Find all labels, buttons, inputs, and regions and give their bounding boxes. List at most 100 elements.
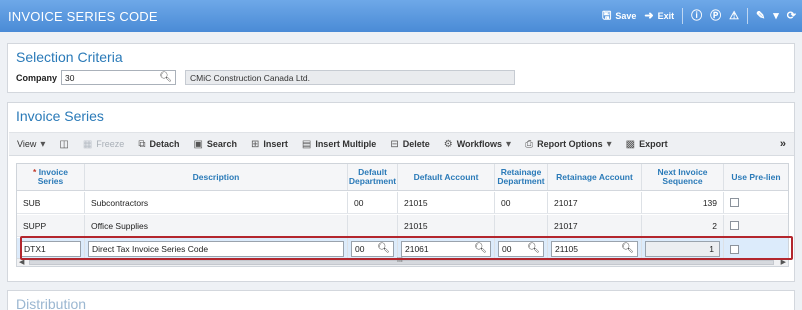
column-header-default-account[interactable]: Default Account [398,164,495,190]
search-button[interactable]: ▣ Search [193,139,236,150]
column-header-retainage-account[interactable]: Retainage Account [548,164,642,190]
chevron-down-icon[interactable]: ▾ [773,10,779,22]
insert-multiple-button[interactable]: ▤ Insert Multiple [302,139,376,150]
search-label: Search [206,139,237,149]
column-header-retainage-department[interactable]: Retainage Department [495,164,548,190]
column-header-invoice-series[interactable]: * Invoice Series [17,164,85,190]
report-options-menu[interactable]: ⎙ Report Options ▾ [525,139,612,150]
exit-icon: ➜ [644,9,654,22]
exit-label: Exit [657,11,675,21]
grid-header-row: * Invoice Series Description Default Dep… [17,164,788,191]
column-header-default-department[interactable]: Default Department [348,164,398,190]
use-prelien-checkbox[interactable] [730,221,739,230]
cell-default-account[interactable]: 21015 [398,192,495,213]
search-icon[interactable]: 🔍︎ [621,243,634,254]
cell-retainage-department[interactable]: 00 [495,192,548,213]
delete-button[interactable]: ⊟ Delete [390,139,429,150]
delete-icon: ⊟ [390,138,399,150]
cell-retainage-account: 21105 🔍︎ [548,238,642,260]
retainage-account-input[interactable]: 21105 🔍︎ [551,241,638,257]
page-title: INVOICE SERIES CODE [8,8,158,24]
default-account-input[interactable]: 21061 🔍︎ [401,241,491,257]
freeze-button[interactable]: ▦ Freeze [83,139,124,150]
info-icon[interactable]: ⓘ [691,10,702,22]
cell-retainage-account[interactable]: 21017 [548,192,642,213]
column-header-use-prelien[interactable]: Use Pre-lien [724,164,788,190]
export-button[interactable]: ▩ Export [626,139,668,150]
insert-button[interactable]: ⊞ Insert [251,139,288,150]
cell-default-department[interactable] [348,215,398,236]
save-icon: 🖫 [602,9,612,22]
invoice-series-heading: Invoice Series [16,108,104,124]
invoice-series-input[interactable]: DTX1 [20,241,81,257]
insert-multiple-icon: ▤ [301,138,312,150]
chevron-down-icon: ▾ [506,138,512,150]
exit-button[interactable]: ➜ Exit [644,9,675,22]
distribution-panel: Distribution [7,290,795,310]
search-icon[interactable]: 🔍︎ [527,243,540,254]
refresh-icon[interactable]: ⟳ [787,10,796,22]
distribution-heading: Distribution [16,296,87,310]
selection-criteria-panel: Selection Criteria Company 30 🔍︎ CMiC Co… [7,43,795,93]
chevron-down-icon: ▾ [606,138,612,150]
table-row[interactable]: SUB Subcontractors 00 21015 00 21017 139 [17,192,788,214]
search-icon[interactable]: 🔍︎ [474,243,487,254]
save-label: Save [615,11,637,21]
toolbar-divider [682,8,684,24]
filter-button[interactable]: ◫ [59,139,68,150]
filter-icon: ◫ [59,138,69,150]
detach-icon: ⧉ [138,138,146,150]
freeze-icon: ▦ [82,138,93,150]
company-name-field: CMiC Construction Canada Ltd. [185,70,516,85]
description-input[interactable]: Direct Tax Invoice Series Code [88,241,344,257]
cell-use-prelien [724,192,788,213]
cell-invoice-series[interactable]: SUB [17,192,85,213]
toolbar-divider [747,8,749,24]
insert-label: Insert [263,139,288,149]
workflows-menu[interactable]: ⚙ Workflows ▾ [444,139,511,150]
company-input[interactable]: 30 🔍︎ [61,70,177,85]
search-icon[interactable]: 🔍︎ [159,72,172,83]
next-invoice-sequence-field: 1 [645,241,720,257]
company-row: Company 30 🔍︎ CMiC Construction Canada L… [16,70,516,85]
insert-multiple-label: Insert Multiple [315,139,377,149]
cell-use-prelien [724,238,788,260]
cell-next-invoice-sequence: 1 [642,238,724,260]
scroll-left-icon[interactable]: ◀ [19,258,24,266]
more-toolbar-button[interactable]: » [780,138,786,150]
cell-default-department[interactable]: 00 [348,192,398,213]
title-actions: 🖫 Save ➜ Exit ⓘ Ⓟ ⚠ ✎ ▾ ⟳ [602,0,796,32]
grid-toolbar: View ▾ ◫ ▦ Freeze ⧉ Detach ▣ Search ⊞ In… [9,132,794,156]
column-header-description[interactable]: Description [85,164,348,190]
view-label: View [17,139,37,149]
cell-next-invoice-sequence[interactable]: 2 [642,215,724,236]
search-icon[interactable]: 🔍︎ [377,243,390,254]
cell-default-account[interactable]: 21015 [398,215,495,236]
use-prelien-checkbox[interactable] [730,198,739,207]
cell-next-invoice-sequence[interactable]: 139 [642,192,724,213]
search-icon: ▣ [193,138,203,150]
cell-description[interactable]: Subcontractors [85,192,348,213]
cell-invoice-series[interactable]: SUPP [17,215,85,236]
edit-icon[interactable]: ✎ [756,10,765,22]
horizontal-scrollbar[interactable]: ◀ III ▶ [17,257,788,266]
retainage-department-input[interactable]: 00 🔍︎ [498,241,544,257]
column-header-next-invoice-sequence[interactable]: Next Invoice Sequence [642,164,724,190]
view-menu[interactable]: View ▾ [17,139,45,150]
export-icon: ▩ [625,138,636,150]
warning-icon[interactable]: ⚠ [729,10,739,22]
detach-button[interactable]: ⧉ Detach [138,139,179,150]
cell-description: Direct Tax Invoice Series Code [85,238,348,260]
save-button[interactable]: 🖫 Save [602,9,637,22]
default-department-input[interactable]: 00 🔍︎ [351,241,394,257]
insert-icon: ⊞ [250,138,260,150]
scroll-right-icon[interactable]: ▶ [781,258,786,266]
table-row[interactable]: SUPP Office Supplies 21015 21017 2 [17,215,788,237]
detach-label: Detach [149,139,180,149]
cell-description[interactable]: Office Supplies [85,215,348,236]
chevron-down-icon: ▾ [40,138,46,150]
help-icon[interactable]: Ⓟ [710,10,721,22]
use-prelien-checkbox[interactable] [730,244,739,254]
cell-retainage-account[interactable]: 21017 [548,215,642,236]
cell-retainage-department[interactable] [495,215,548,236]
